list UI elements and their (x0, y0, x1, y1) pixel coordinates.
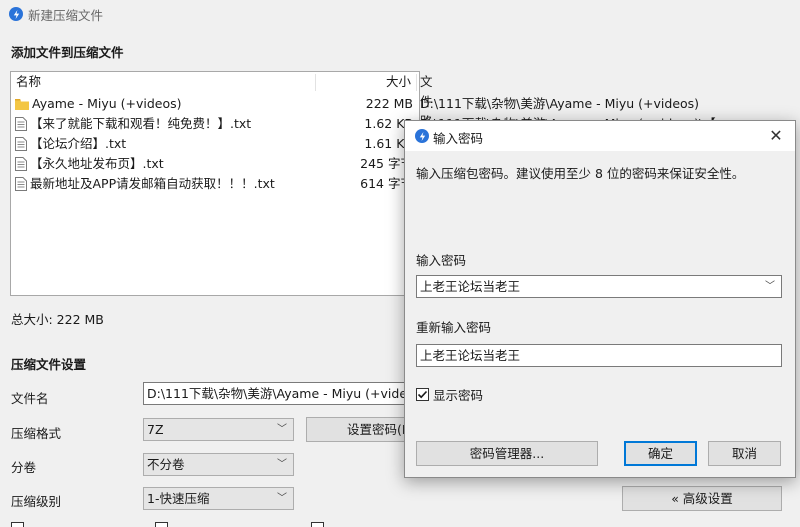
reenter-password-label: 重新输入密码 (416, 320, 492, 335)
dialog-titlebar[interactable]: 输入密码 ✕ (405, 121, 795, 151)
app-logo-icon (415, 129, 429, 143)
app-logo-icon (9, 7, 23, 21)
column-separator[interactable] (416, 74, 417, 91)
option-checkbox[interactable] (11, 522, 24, 527)
close-icon[interactable]: ✕ (765, 125, 787, 147)
chevron-down-icon[interactable]: ﹀ (765, 276, 775, 297)
file-name: 最新地址及APP请发邮箱自动获取！！！.txt (30, 176, 275, 191)
text-file-icon (15, 176, 27, 191)
files-section-heading: 添加文件到压缩文件 (11, 45, 124, 60)
column-header-path[interactable]: 文件路径 (420, 72, 433, 149)
show-password-label: 显示密码 (433, 387, 484, 403)
level-select[interactable]: 1-快速压缩 ﹀ (143, 487, 294, 510)
file-row[interactable]: 【论坛介绍】.txt 1.61 KB (11, 134, 419, 154)
checkbox-box[interactable] (416, 387, 429, 401)
file-row[interactable]: Ayame - Miyu (+videos) 222 MB D:\111下载\杂… (11, 94, 699, 114)
file-row[interactable]: 【来了就能下载和观看！纯免费！】.txt 1.62 KB D:\111下载\杂物… (11, 114, 716, 134)
column-separator[interactable] (315, 74, 316, 91)
window-title: 新建压缩文件 (28, 8, 104, 23)
folder-icon (15, 98, 29, 110)
column-header-name[interactable]: 名称 (16, 72, 41, 92)
split-select-value: 不分卷 (147, 457, 185, 472)
dialog-description: 输入压缩包密码。建议使用至少 8 位的密码来保证安全性。 (416, 166, 745, 181)
file-name: 【来了就能下载和观看！纯免费！】.txt (30, 116, 252, 131)
format-select-value: 7Z (147, 422, 164, 437)
filename-input[interactable]: D:\111下载\杂物\美游\Ayame - Miyu (+videos).7z (143, 382, 443, 405)
format-label: 压缩格式 (11, 426, 62, 441)
option-checkbox[interactable] (155, 522, 168, 527)
password-label: 输入密码 (416, 253, 467, 268)
password-input[interactable]: 上老王论坛当老王 ﹀ (416, 275, 782, 298)
advanced-settings-button[interactable]: « 高级设置 (622, 486, 782, 511)
password-manager-button[interactable]: 密码管理器... (416, 441, 598, 466)
file-list[interactable]: 名称 大小 文件路径 Ayame - Miyu (+videos) 222 MB… (10, 71, 716, 296)
file-name: 【论坛介绍】.txt (30, 136, 127, 151)
file-name: 【永久地址发布页】.txt (30, 156, 164, 171)
text-file-icon (15, 136, 27, 151)
file-row[interactable]: 最新地址及APP请发邮箱自动获取！！！.txt 614 字节 (11, 174, 419, 194)
chevron-down-icon: ﹀ (277, 424, 287, 435)
file-name: Ayame - Miyu (+videos) (32, 96, 182, 111)
level-label: 压缩级别 (11, 494, 62, 509)
cancel-button[interactable]: 取消 (708, 441, 781, 466)
ok-button[interactable]: 确定 (624, 441, 697, 466)
chevron-down-icon: ﹀ (277, 493, 287, 504)
text-file-icon (15, 116, 27, 131)
password-dialog: 输入密码 ✕ 输入压缩包密码。建议使用至少 8 位的密码来保证安全性。 输入密码… (404, 120, 796, 478)
option-checkbox[interactable] (311, 522, 324, 527)
column-header-size[interactable]: 大小 (386, 72, 411, 92)
split-label: 分卷 (11, 460, 37, 475)
chevron-down-icon: ﹀ (277, 459, 287, 470)
text-file-icon (15, 156, 27, 171)
file-row[interactable]: 【永久地址发布页】.txt 245 字节 (11, 154, 419, 174)
format-select[interactable]: 7Z ﹀ (143, 418, 294, 441)
dialog-title: 输入密码 (433, 131, 484, 146)
split-select[interactable]: 不分卷 ﹀ (143, 453, 294, 476)
password-input-value: 上老王论坛当老王 (420, 279, 521, 294)
total-size: 总大小: 222 MB (11, 312, 104, 327)
filename-label: 文件名 (11, 391, 49, 406)
file-path: D:\111下载\杂物\美游\Ayame - Miyu (+videos) (420, 96, 700, 111)
divider (405, 217, 795, 218)
check-mark-icon (417, 390, 428, 398)
level-select-value: 1-快速压缩 (147, 491, 210, 506)
reenter-password-input[interactable]: 上老王论坛当老王 (416, 344, 782, 367)
show-password-checkbox[interactable]: 显示密码 (416, 386, 484, 403)
file-size: 222 MB (365, 96, 413, 111)
settings-heading: 压缩文件设置 (11, 357, 87, 372)
